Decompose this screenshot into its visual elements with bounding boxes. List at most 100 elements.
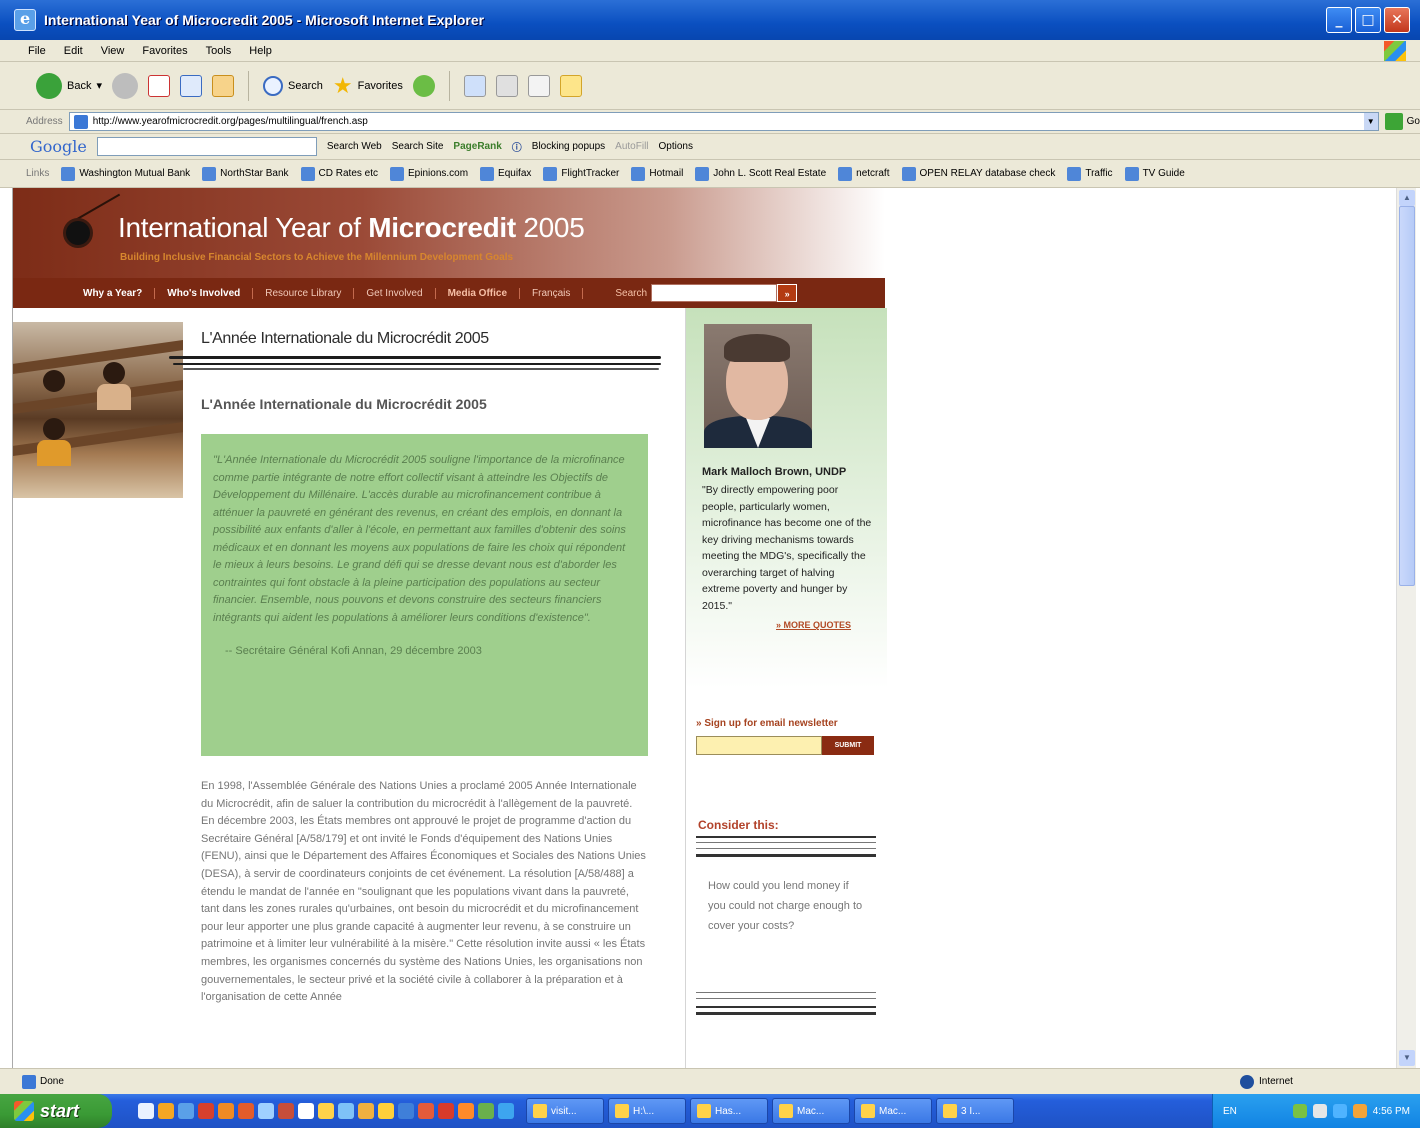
app-icon[interactable] — [258, 1103, 274, 1119]
folder-icon[interactable] — [318, 1103, 334, 1119]
desktop-icon[interactable] — [138, 1103, 154, 1119]
app-icon[interactable] — [338, 1103, 354, 1119]
scroll-down-icon[interactable]: ▼ — [1399, 1050, 1415, 1066]
nav-resource-library[interactable]: Resource Library — [253, 287, 355, 299]
page-icon — [543, 166, 558, 181]
back-arrow-icon — [36, 72, 62, 99]
link-item[interactable]: Washington Mutual Bank — [61, 166, 190, 181]
page-icon — [695, 166, 710, 181]
nav-get-involved[interactable]: Get Involved — [354, 287, 436, 299]
app-icon[interactable] — [298, 1103, 314, 1119]
app-icon[interactable] — [158, 1103, 174, 1119]
autofill-button[interactable]: AutoFill — [615, 141, 648, 152]
messenger-icon[interactable] — [559, 74, 582, 97]
menu-favorites[interactable]: Favorites — [142, 45, 187, 57]
app-icon[interactable] — [278, 1103, 294, 1119]
google-search-web-button[interactable]: Search Web — [327, 141, 382, 152]
more-quotes-link[interactable]: » MORE QUOTES — [776, 620, 851, 630]
link-item[interactable]: NorthStar Bank — [202, 166, 289, 181]
tray-icon[interactable] — [1332, 1104, 1347, 1118]
app-icon[interactable] — [478, 1103, 494, 1119]
link-item[interactable]: Equifax — [480, 166, 531, 181]
link-item[interactable]: Epinions.com — [390, 166, 468, 181]
menu-view[interactable]: View — [101, 45, 125, 57]
link-item[interactable]: Hotmail — [631, 166, 683, 181]
scroll-thumb[interactable] — [1399, 206, 1415, 586]
link-item[interactable]: John L. Scott Real Estate — [695, 166, 826, 181]
back-button[interactable]: Back ▾ — [36, 72, 102, 99]
newsletter-submit-button[interactable]: SUBMIT — [822, 736, 874, 755]
refresh-icon[interactable] — [180, 74, 202, 97]
app-icon[interactable] — [458, 1103, 474, 1119]
minimize-button[interactable]: _ — [1326, 7, 1352, 33]
task-button[interactable]: Mac... — [772, 1098, 850, 1124]
google-logo[interactable]: Google — [30, 137, 87, 156]
app-icon[interactable] — [218, 1103, 234, 1119]
print-icon[interactable] — [495, 74, 518, 97]
menu-edit[interactable]: Edit — [64, 45, 83, 57]
nav-francais[interactable]: Français — [520, 287, 584, 299]
mail-icon[interactable] — [463, 74, 486, 97]
link-item[interactable]: OPEN RELAY database check — [901, 166, 1055, 181]
google-options-button[interactable]: Options — [659, 141, 693, 152]
tray-icon[interactable] — [1352, 1104, 1367, 1118]
tray-icon[interactable] — [1292, 1104, 1307, 1118]
app-icon[interactable] — [398, 1103, 414, 1119]
scroll-up-icon[interactable]: ▲ — [1399, 190, 1415, 206]
google-search-site-button[interactable]: Search Site — [392, 141, 444, 152]
go-button[interactable]: Go — [1384, 113, 1420, 130]
site-logo-icon[interactable] — [63, 218, 93, 248]
edit-icon[interactable] — [527, 74, 550, 97]
window-titlebar[interactable]: International Year of Microcredit 2005 -… — [0, 0, 1420, 40]
pagerank-indicator[interactable]: PageRank — [453, 141, 501, 152]
forward-button[interactable] — [112, 72, 138, 99]
nav-why-a-year[interactable]: Why a Year? — [71, 287, 156, 299]
app-icon[interactable] — [358, 1103, 374, 1119]
task-button[interactable]: H:\... — [608, 1098, 686, 1124]
task-button[interactable]: Mac... — [854, 1098, 932, 1124]
app-icon[interactable] — [498, 1103, 514, 1119]
chevron-down-icon[interactable]: ▼ — [1363, 113, 1378, 130]
task-button[interactable]: visit... — [526, 1098, 604, 1124]
app-icon[interactable] — [418, 1103, 434, 1119]
address-input[interactable]: http://www.yearofmicrocredit.org/pages/m… — [68, 112, 1379, 131]
popup-blocker-button[interactable]: Blocking popups — [532, 141, 605, 152]
close-button[interactable]: ✕ — [1384, 7, 1410, 33]
menu-help[interactable]: Help — [249, 45, 272, 57]
task-button[interactable]: 3 I... — [936, 1098, 1014, 1124]
google-search-input[interactable] — [96, 137, 317, 156]
link-item[interactable]: TV Guide — [1124, 166, 1185, 181]
site-search-input[interactable] — [651, 284, 778, 302]
app-icon[interactable] — [378, 1103, 394, 1119]
ie-icon[interactable] — [178, 1103, 194, 1119]
tray-icon[interactable] — [1312, 1104, 1327, 1118]
newsletter-email-input[interactable] — [696, 736, 822, 755]
start-button[interactable]: start — [0, 1094, 112, 1128]
maximize-button[interactable]: □ — [1355, 7, 1381, 33]
favorites-button[interactable]: ★ Favorites — [333, 73, 403, 99]
menu-file[interactable]: File — [28, 45, 46, 57]
app-icon[interactable] — [438, 1103, 454, 1119]
nav-whos-involved[interactable]: Who's Involved — [155, 287, 254, 299]
history-icon[interactable] — [412, 74, 435, 97]
nav-media-office[interactable]: Media Office — [436, 287, 521, 299]
stop-icon[interactable] — [148, 74, 170, 97]
link-item[interactable]: netcraft — [838, 166, 890, 181]
link-item[interactable]: CD Rates etc — [300, 166, 378, 181]
search-button[interactable]: Search — [263, 75, 323, 96]
site-subtitle: Building Inclusive Financial Sectors to … — [120, 252, 514, 263]
links-label: Links — [26, 168, 50, 179]
link-item[interactable]: Traffic — [1067, 166, 1113, 181]
star-icon: ★ — [332, 72, 353, 98]
link-item[interactable]: FlightTracker — [543, 166, 619, 181]
info-icon[interactable]: ⓘ — [512, 139, 522, 154]
home-icon[interactable] — [212, 74, 234, 97]
task-button[interactable]: Has... — [690, 1098, 768, 1124]
menu-tools[interactable]: Tools — [206, 45, 232, 57]
vertical-scrollbar[interactable]: ▲ ▼ — [1396, 188, 1416, 1068]
language-indicator[interactable]: EN — [1223, 1106, 1237, 1117]
site-search-button[interactable]: » — [777, 284, 798, 302]
app-icon[interactable] — [198, 1103, 214, 1119]
app-icon[interactable] — [238, 1103, 254, 1119]
page-viewport[interactable]: International Year of Microcredit 2005 B… — [12, 188, 1396, 1068]
